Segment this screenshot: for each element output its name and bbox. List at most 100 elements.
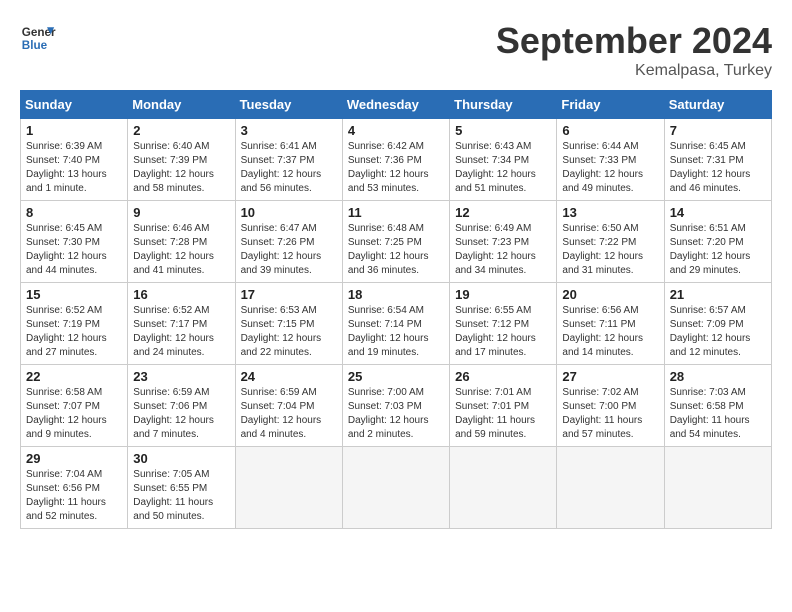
calendar-cell: 1 Sunrise: 6:39 AM Sunset: 7:40 PM Daylig… <box>21 119 128 201</box>
calendar-cell: 29 Sunrise: 7:04 AM Sunset: 6:56 PM Dayli… <box>21 447 128 529</box>
day-number: 12 <box>455 205 551 220</box>
svg-text:Blue: Blue <box>22 39 48 52</box>
day-number: 4 <box>348 123 444 138</box>
day-number: 19 <box>455 287 551 302</box>
calendar-week-2: 8 Sunrise: 6:45 AM Sunset: 7:30 PM Daylig… <box>21 201 772 283</box>
day-info: Sunrise: 6:49 AM Sunset: 7:23 PM Dayligh… <box>455 222 551 278</box>
calendar-cell: 17 Sunrise: 6:53 AM Sunset: 7:15 PM Dayli… <box>235 283 342 365</box>
calendar-cell: 4 Sunrise: 6:42 AM Sunset: 7:36 PM Daylig… <box>342 119 449 201</box>
day-info: Sunrise: 6:53 AM Sunset: 7:15 PM Dayligh… <box>241 304 337 360</box>
calendar-week-1: 1 Sunrise: 6:39 AM Sunset: 7:40 PM Daylig… <box>21 119 772 201</box>
day-info: Sunrise: 6:58 AM Sunset: 7:07 PM Dayligh… <box>26 386 122 442</box>
day-info: Sunrise: 6:56 AM Sunset: 7:11 PM Dayligh… <box>562 304 658 360</box>
calendar-cell: 9Sunrise: 6:46 AM Sunset: 7:28 PM Daylig… <box>128 201 235 283</box>
day-number: 24 <box>241 369 337 384</box>
day-number: 20 <box>562 287 658 302</box>
calendar-cell: 11Sunrise: 6:48 AM Sunset: 7:25 PM Dayli… <box>342 201 449 283</box>
day-info: Sunrise: 6:57 AM Sunset: 7:09 PM Dayligh… <box>670 304 766 360</box>
day-number: 17 <box>241 287 337 302</box>
day-number: 22 <box>26 369 122 384</box>
calendar-cell: 24Sunrise: 6:59 AM Sunset: 7:04 PM Dayli… <box>235 365 342 447</box>
calendar-cell: 10Sunrise: 6:47 AM Sunset: 7:26 PM Dayli… <box>235 201 342 283</box>
calendar-cell: 26 Sunrise: 7:01 AM Sunset: 7:01 PM Dayli… <box>450 365 557 447</box>
calendar-cell: 21 Sunrise: 6:57 AM Sunset: 7:09 PM Dayli… <box>664 283 771 365</box>
calendar-cell: 2Sunrise: 6:40 AM Sunset: 7:39 PM Daylig… <box>128 119 235 201</box>
day-number: 21 <box>670 287 766 302</box>
calendar-cell: 15 Sunrise: 6:52 AM Sunset: 7:19 PM Dayli… <box>21 283 128 365</box>
page-header: General Blue September 2024 Kemalpasa, T… <box>20 20 772 80</box>
day-info: Sunrise: 7:00 AM Sunset: 7:03 PM Dayligh… <box>348 386 444 442</box>
calendar-cell: 16 Sunrise: 6:52 AM Sunset: 7:17 PM Dayli… <box>128 283 235 365</box>
calendar-cell <box>235 447 342 529</box>
calendar-cell <box>450 447 557 529</box>
day-info: Sunrise: 6:43 AM Sunset: 7:34 PM Dayligh… <box>455 140 551 196</box>
calendar-week-4: 22 Sunrise: 6:58 AM Sunset: 7:07 PM Dayli… <box>21 365 772 447</box>
calendar-week-5: 29 Sunrise: 7:04 AM Sunset: 6:56 PM Dayli… <box>21 447 772 529</box>
calendar-cell: 30 Sunrise: 7:05 AM Sunset: 6:55 PM Dayli… <box>128 447 235 529</box>
day-number: 14 <box>670 205 766 220</box>
calendar-week-3: 15 Sunrise: 6:52 AM Sunset: 7:19 PM Dayli… <box>21 283 772 365</box>
day-number: 13 <box>562 205 658 220</box>
day-info: Sunrise: 6:45 AM Sunset: 7:31 PM Dayligh… <box>670 140 766 196</box>
day-info: Sunrise: 6:39 AM Sunset: 7:40 PM Dayligh… <box>26 140 122 196</box>
day-info: Sunrise: 6:41 AM Sunset: 7:37 PM Dayligh… <box>241 140 337 196</box>
calendar-header-row: SundayMondayTuesdayWednesdayThursdayFrid… <box>21 91 772 119</box>
calendar-cell: 19 Sunrise: 6:55 AM Sunset: 7:12 PM Dayli… <box>450 283 557 365</box>
day-number: 5 <box>455 123 551 138</box>
day-info: Sunrise: 6:52 AM Sunset: 7:17 PM Dayligh… <box>133 304 229 360</box>
weekday-header-wednesday: Wednesday <box>342 91 449 119</box>
location-title: Kemalpasa, Turkey <box>496 62 772 80</box>
day-number: 16 <box>133 287 229 302</box>
day-number: 8 <box>26 205 122 220</box>
weekday-header-tuesday: Tuesday <box>235 91 342 119</box>
day-number: 10 <box>241 205 337 220</box>
day-number: 25 <box>348 369 444 384</box>
day-number: 6 <box>562 123 658 138</box>
day-number: 11 <box>348 205 444 220</box>
day-number: 7 <box>670 123 766 138</box>
month-title: September 2024 <box>496 20 772 62</box>
day-info: Sunrise: 6:55 AM Sunset: 7:12 PM Dayligh… <box>455 304 551 360</box>
day-info: Sunrise: 6:51 AM Sunset: 7:20 PM Dayligh… <box>670 222 766 278</box>
day-number: 1 <box>26 123 122 138</box>
calendar-cell: 12 Sunrise: 6:49 AM Sunset: 7:23 PM Dayli… <box>450 201 557 283</box>
logo-icon: General Blue <box>20 20 56 56</box>
weekday-header-friday: Friday <box>557 91 664 119</box>
calendar-cell: 7 Sunrise: 6:45 AM Sunset: 7:31 PM Daylig… <box>664 119 771 201</box>
day-number: 18 <box>348 287 444 302</box>
calendar-table: SundayMondayTuesdayWednesdayThursdayFrid… <box>20 90 772 529</box>
weekday-header-sunday: Sunday <box>21 91 128 119</box>
day-info: Sunrise: 6:50 AM Sunset: 7:22 PM Dayligh… <box>562 222 658 278</box>
weekday-header-thursday: Thursday <box>450 91 557 119</box>
day-number: 26 <box>455 369 551 384</box>
day-info: Sunrise: 6:54 AM Sunset: 7:14 PM Dayligh… <box>348 304 444 360</box>
calendar-cell: 18 Sunrise: 6:54 AM Sunset: 7:14 PM Dayli… <box>342 283 449 365</box>
day-number: 29 <box>26 451 122 466</box>
day-number: 9 <box>133 205 229 220</box>
weekday-header-saturday: Saturday <box>664 91 771 119</box>
calendar-cell: 13 Sunrise: 6:50 AM Sunset: 7:22 PM Dayli… <box>557 201 664 283</box>
day-info: Sunrise: 6:52 AM Sunset: 7:19 PM Dayligh… <box>26 304 122 360</box>
calendar-cell: 22 Sunrise: 6:58 AM Sunset: 7:07 PM Dayli… <box>21 365 128 447</box>
calendar-cell <box>557 447 664 529</box>
day-number: 30 <box>133 451 229 466</box>
day-number: 15 <box>26 287 122 302</box>
calendar-cell: 28Sunrise: 7:03 AM Sunset: 6:58 PM Dayli… <box>664 365 771 447</box>
calendar-cell: 27Sunrise: 7:02 AM Sunset: 7:00 PM Dayli… <box>557 365 664 447</box>
calendar-cell: 5 Sunrise: 6:43 AM Sunset: 7:34 PM Daylig… <box>450 119 557 201</box>
day-number: 3 <box>241 123 337 138</box>
day-number: 23 <box>133 369 229 384</box>
day-info: Sunrise: 6:42 AM Sunset: 7:36 PM Dayligh… <box>348 140 444 196</box>
logo: General Blue <box>20 20 56 56</box>
day-info: Sunrise: 7:03 AM Sunset: 6:58 PM Dayligh… <box>670 386 766 442</box>
day-info: Sunrise: 7:05 AM Sunset: 6:55 PM Dayligh… <box>133 468 229 524</box>
calendar-cell: 6 Sunrise: 6:44 AM Sunset: 7:33 PM Daylig… <box>557 119 664 201</box>
day-info: Sunrise: 6:45 AM Sunset: 7:30 PM Dayligh… <box>26 222 122 278</box>
calendar-cell <box>664 447 771 529</box>
day-info: Sunrise: 7:01 AM Sunset: 7:01 PM Dayligh… <box>455 386 551 442</box>
day-info: Sunrise: 7:02 AM Sunset: 7:00 PM Dayligh… <box>562 386 658 442</box>
day-info: Sunrise: 6:44 AM Sunset: 7:33 PM Dayligh… <box>562 140 658 196</box>
calendar-cell: 20 Sunrise: 6:56 AM Sunset: 7:11 PM Dayli… <box>557 283 664 365</box>
calendar-cell: 8 Sunrise: 6:45 AM Sunset: 7:30 PM Daylig… <box>21 201 128 283</box>
day-info: Sunrise: 7:04 AM Sunset: 6:56 PM Dayligh… <box>26 468 122 524</box>
